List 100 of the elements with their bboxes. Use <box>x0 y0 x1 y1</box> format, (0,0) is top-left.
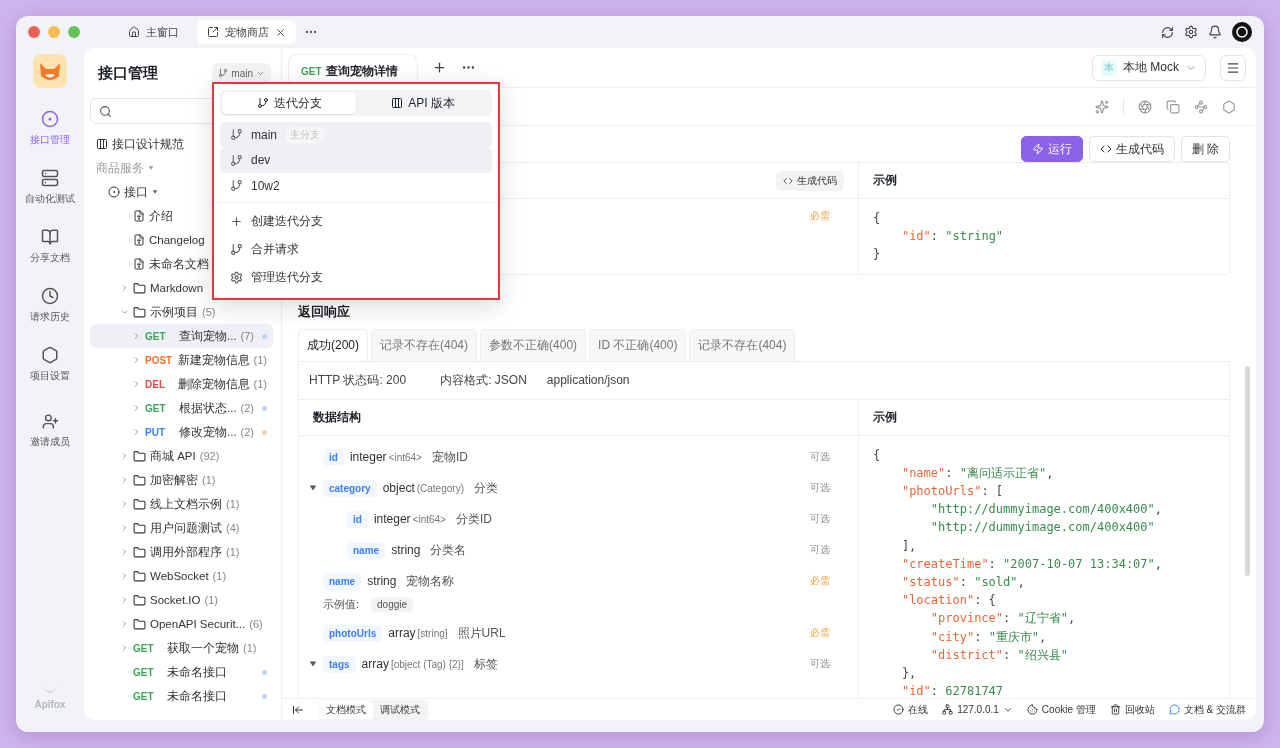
requirement-label: 可选 <box>810 543 830 558</box>
folder-icon <box>133 545 146 559</box>
branch-icon <box>230 153 243 167</box>
tree-item[interactable]: OpenAPI Securit... (6) <box>90 612 273 636</box>
branch-item[interactable]: 10w2 <box>220 172 492 199</box>
segment-tab[interactable]: API 版本 <box>356 92 490 114</box>
folder-icon <box>133 281 146 295</box>
response-tab[interactable]: 记录不存在(404) <box>371 328 478 361</box>
branch-icon <box>230 128 243 142</box>
api-item[interactable]: GET 未命名接口 <box>90 684 273 708</box>
api-item[interactable]: GET 获取一个宠物 (1) <box>90 636 273 660</box>
close-window-button[interactable] <box>28 26 40 38</box>
field-name: photoUrls <box>323 624 383 642</box>
api-item[interactable]: GET 未命名接口 <box>90 660 273 684</box>
run-button[interactable]: 运行 <box>1020 136 1083 162</box>
folder-icon <box>133 449 146 463</box>
folder-icon <box>133 473 146 487</box>
rail-item[interactable]: 接口管理 <box>30 110 70 147</box>
tree-item[interactable]: 商城 API (92) <box>90 444 273 468</box>
collapse-caret-icon[interactable] <box>309 484 317 493</box>
mode-toggle[interactable]: 文档模式 <box>319 700 373 719</box>
field-description: 宠物ID <box>431 448 468 466</box>
settings-icon[interactable] <box>1184 25 1198 39</box>
folder-icon <box>133 305 146 319</box>
api-item[interactable]: DEL 删除宠物信息 (1) <box>90 372 273 396</box>
sparkle-icon[interactable] <box>1095 99 1109 114</box>
requirement-label: 必需 <box>810 626 830 641</box>
status-item[interactable]: Cookie 管理 <box>1026 702 1096 717</box>
requirement-label: 必需 <box>810 574 830 589</box>
api-item[interactable]: GET 查询宠物... (7) <box>90 324 273 348</box>
branch-icon <box>256 97 269 109</box>
field-name: tags <box>323 655 356 673</box>
copy-icon[interactable] <box>1166 99 1180 114</box>
api-item[interactable]: POST 新建宠物信息 (1) <box>90 348 273 372</box>
close-icon[interactable] <box>275 26 286 38</box>
tree-item[interactable]: 线上文档示例 (1) <box>90 492 273 516</box>
branch-icon <box>230 243 243 257</box>
server-icon <box>41 169 59 187</box>
requirement-label: 可选 <box>810 481 830 496</box>
generate-code-button[interactable]: 生成代码 <box>1088 136 1175 162</box>
status-item[interactable]: 在线 <box>893 702 929 717</box>
branch-item[interactable]: dev <box>220 147 492 173</box>
folder-icon <box>133 617 146 631</box>
window-tab[interactable]: 宠物商店 <box>197 20 296 44</box>
rail-item[interactable]: 请求历史 <box>30 287 70 324</box>
status-item[interactable]: 回收站 <box>1109 702 1155 717</box>
field-format: (Category) <box>416 482 464 494</box>
rail-item[interactable]: 自动化测试 <box>25 169 75 206</box>
response-tab[interactable]: 参数不正确(400) <box>480 328 587 361</box>
status-item[interactable]: 文档 & 交流群 <box>1168 702 1246 717</box>
field-description: 分类 <box>473 479 498 497</box>
collapse-caret-icon[interactable] <box>309 660 317 669</box>
invite-button[interactable]: 邀请成员 <box>30 413 70 449</box>
tree-item[interactable]: 示例项目 (5) <box>90 300 273 324</box>
tree-item[interactable]: WebSocket (1) <box>90 564 273 588</box>
hexagon-icon <box>41 346 59 364</box>
collapse-icon[interactable] <box>292 703 304 716</box>
delete-button[interactable]: 删 除 <box>1180 136 1230 162</box>
rail-item[interactable]: 项目设置 <box>30 346 70 383</box>
mode-toggle[interactable]: 调试模式 <box>373 700 427 719</box>
menu-item[interactable]: 创建迭代分支 <box>220 207 492 236</box>
json-example: { "id": "string" } <box>873 210 1005 264</box>
segment-tab[interactable]: 迭代分支 <box>222 92 356 114</box>
scrollbar[interactable] <box>1245 366 1250 576</box>
avatar-icon[interactable] <box>1232 22 1252 42</box>
window-tab[interactable]: 主窗口 <box>118 20 189 44</box>
branch-button[interactable]: main <box>212 63 271 83</box>
check-circle-icon <box>893 704 905 715</box>
tree-item[interactable]: Socket.IO (1) <box>90 588 273 612</box>
tree-item[interactable]: 用户问题测试 (4) <box>90 516 273 540</box>
bell-icon[interactable] <box>1208 25 1222 39</box>
response-tab[interactable]: ID 不正确(400) <box>589 328 687 361</box>
panel-title: 接口管理 <box>98 63 158 83</box>
generate-code-chip[interactable]: 生成代码 <box>776 170 844 191</box>
aperture-icon[interactable] <box>1138 99 1152 114</box>
menu-button[interactable] <box>1220 54 1246 81</box>
menu-item[interactable]: 合并请求 <box>220 235 492 264</box>
refresh-icon[interactable] <box>1161 25 1174 39</box>
field-format: <int64> <box>388 451 422 463</box>
response-tab[interactable]: 成功(200) <box>298 328 368 361</box>
external-link-icon <box>207 26 219 38</box>
field-type: object <box>382 481 415 496</box>
field-description: 照片URL <box>457 624 506 642</box>
menu-item[interactable]: 管理迭代分支 <box>220 263 492 292</box>
field-description: 分类名 <box>430 541 467 559</box>
hexagon-icon[interactable] <box>1222 99 1236 114</box>
add-tab-icon[interactable] <box>432 60 447 75</box>
api-item[interactable]: PUT 修改宠物... (2) <box>90 420 273 444</box>
waypoints-icon[interactable] <box>1194 99 1208 114</box>
environment-badge: 本 <box>1101 59 1117 76</box>
field-format: [string] <box>417 627 448 639</box>
tree-item[interactable]: 调用外部程序 (1) <box>90 540 273 564</box>
response-tab[interactable]: 记录不存在(404) <box>689 328 796 361</box>
branch-icon <box>218 68 229 78</box>
rail-item[interactable]: 分享文档 <box>30 228 70 265</box>
api-item[interactable]: GET 根据状态... (2) <box>90 396 273 420</box>
field-description: 分类ID <box>455 510 492 528</box>
tree-item[interactable]: 加密解密 (1) <box>90 468 273 492</box>
environment-select[interactable]: 本 本地 Mock <box>1092 54 1206 81</box>
status-item[interactable]: 127.0.0.1 <box>942 704 1013 715</box>
